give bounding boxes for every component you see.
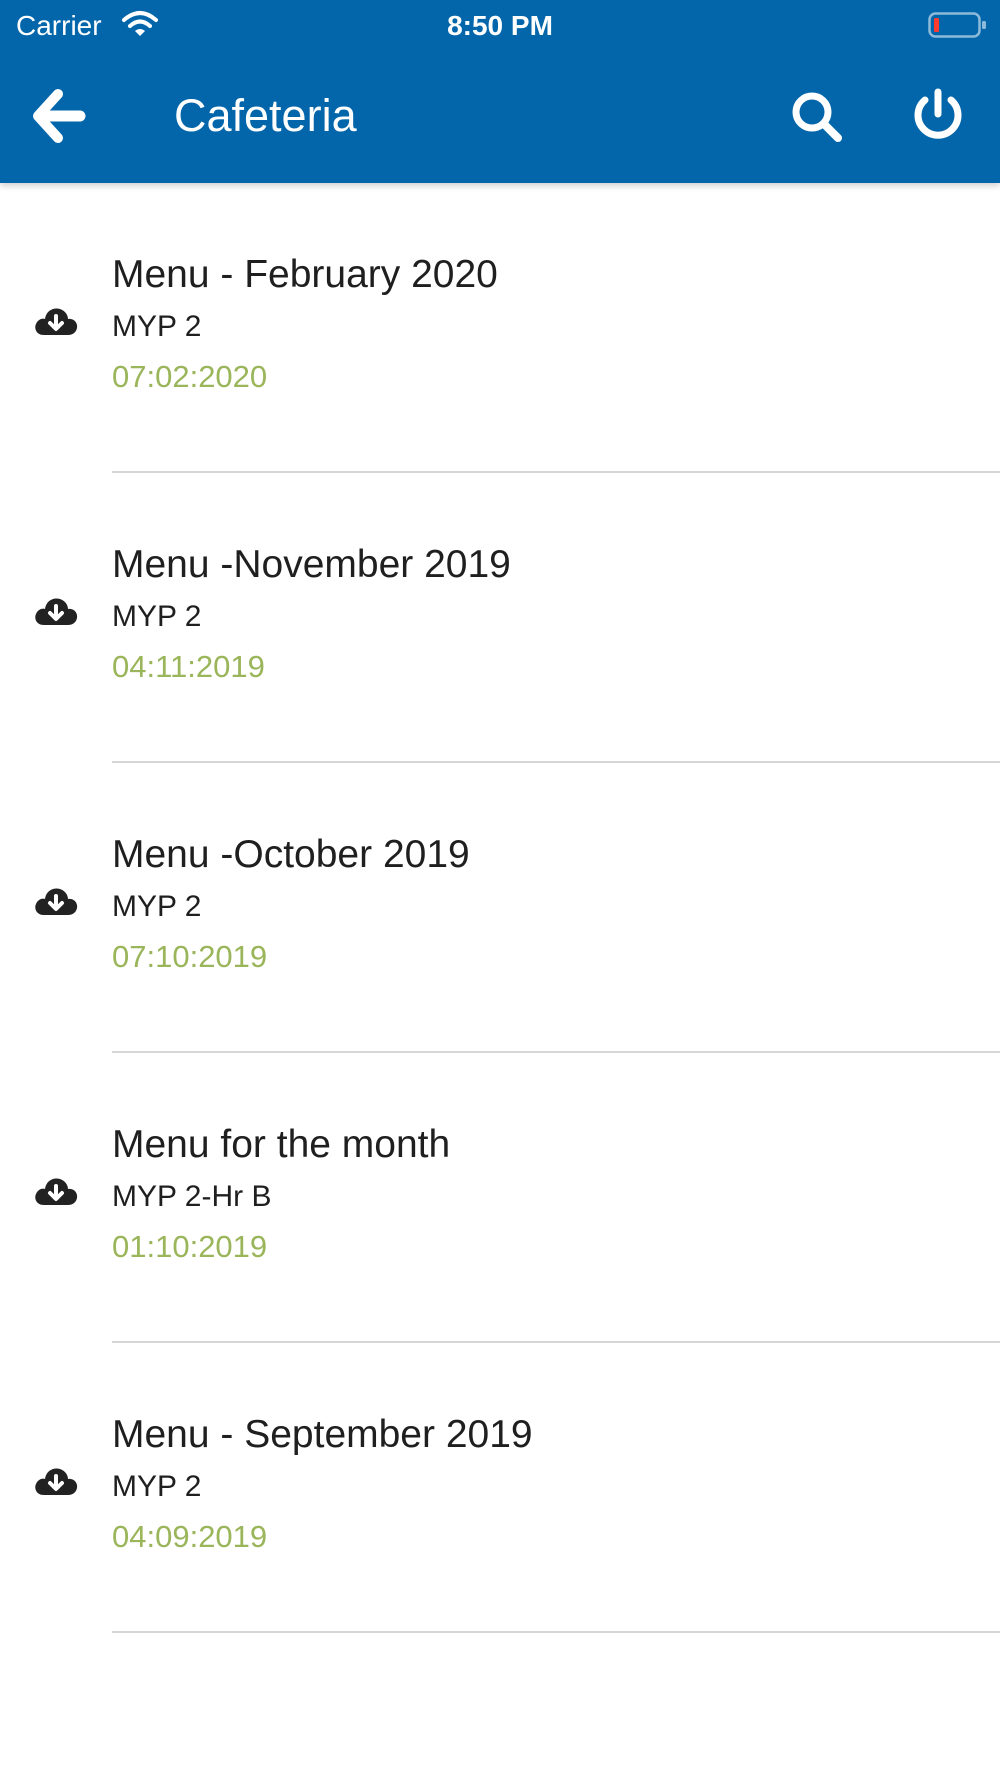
arrow-left-icon <box>33 89 86 143</box>
search-button[interactable] <box>788 88 848 148</box>
cloud-download-icon[interactable] <box>32 1461 80 1501</box>
item-title: Menu for the month <box>112 1123 451 1166</box>
item-title: Menu - September 2019 <box>112 1413 533 1456</box>
cloud-download-icon[interactable] <box>32 591 80 631</box>
power-icon <box>914 88 962 139</box>
list-item[interactable]: Menu for the month MYP 2-Hr B 01:10:2019 <box>0 1053 1000 1343</box>
search-icon <box>792 92 842 142</box>
cloud-download-icon[interactable] <box>32 301 80 341</box>
item-date: 04:09:2019 <box>112 1519 268 1554</box>
list-item[interactable]: Menu - February 2020 MYP 2 07:02:2020 <box>0 183 1000 473</box>
divider <box>112 1631 1000 1633</box>
item-date: 04:11:2019 <box>112 649 265 684</box>
item-date: 01:10:2019 <box>112 1229 268 1264</box>
item-subtitle: MYP 2 <box>112 890 202 923</box>
list-item[interactable]: Menu - September 2019 MYP 2 04:09:2019 <box>0 1343 1000 1633</box>
back-button[interactable] <box>30 88 94 144</box>
item-subtitle: MYP 2-Hr B <box>112 1180 272 1213</box>
app-screen: Carrier 8:50 PM Cafeteria Menu - Februar… <box>0 0 1000 1778</box>
item-date: 07:10:2019 <box>112 939 268 974</box>
status-time: 8:50 PM <box>447 10 553 41</box>
battery-icon <box>928 12 986 38</box>
list-item[interactable]: Menu -October 2019 MYP 2 07:10:2019 <box>0 763 1000 1053</box>
cloud-download-icon[interactable] <box>32 881 80 921</box>
item-subtitle: MYP 2 <box>112 600 202 633</box>
cloud-download-icon[interactable] <box>32 1171 80 1211</box>
item-subtitle: MYP 2 <box>112 1470 202 1503</box>
item-date: 07:02:2020 <box>112 359 268 394</box>
menu-list: Menu - February 2020 MYP 2 07:02:2020 Me… <box>0 183 1000 1633</box>
item-subtitle: MYP 2 <box>112 310 202 343</box>
power-button[interactable] <box>908 86 968 146</box>
page-title: Cafeteria <box>174 90 357 141</box>
top-bar: Carrier 8:50 PM Cafeteria <box>0 0 1000 183</box>
item-title: Menu -November 2019 <box>112 543 511 586</box>
item-title: Menu - February 2020 <box>112 253 498 296</box>
item-title: Menu -October 2019 <box>112 833 470 876</box>
list-item[interactable]: Menu -November 2019 MYP 2 04:11:2019 <box>0 473 1000 763</box>
